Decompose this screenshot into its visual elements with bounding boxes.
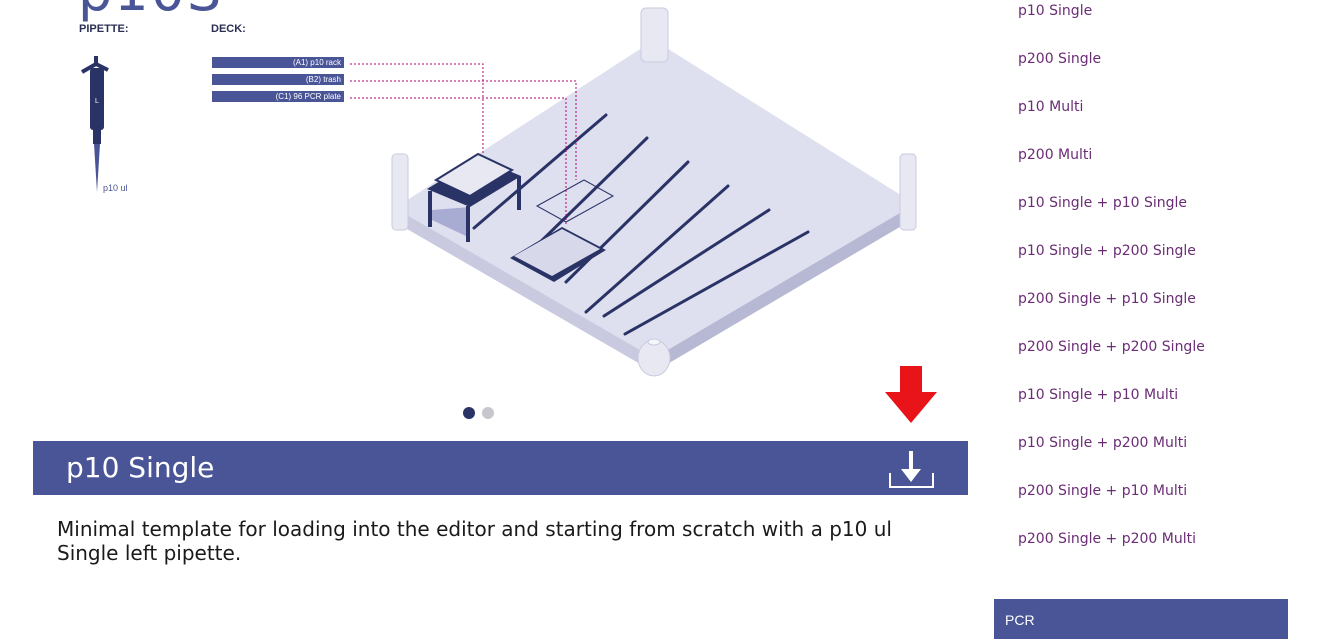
sidebar-item-p200-single-p200-multi[interactable]: p200 Single + p200 Multi [1018,531,1196,547]
pipette-size-label: p10 ul [103,183,128,193]
deck-illustration: L [81,7,917,377]
template-title: p10 Single [66,451,215,484]
template-description: Minimal template for loading into the ed… [57,517,892,565]
sidebar-item-p10-single-p200-single[interactable]: p10 Single + p200 Single [1018,243,1196,259]
slide-dot-2[interactable] [482,407,495,419]
template-detail-panel: p10S PIPETTE: DECK: L [0,0,990,639]
sidebar-item-p10-single[interactable]: p10 Single [1018,3,1092,19]
sidebar-section-pcr[interactable]: PCR [994,599,1288,639]
deck-labels: (A1) p10 rack (B2) trash (C1) 96 PCR pla… [212,57,344,108]
svg-text:L: L [95,98,99,105]
template-banner: p10 Single [33,441,968,495]
slideshow-dots [463,404,496,423]
deck-item-a1: (A1) p10 rack [212,57,344,68]
sidebar-item-p10-single-p200-multi[interactable]: p10 Single + p200 Multi [1018,435,1187,451]
sidebar-item-p200-single-p10-multi[interactable]: p200 Single + p10 Multi [1018,483,1187,499]
sidebar-item-p10-single-p10-single[interactable]: p10 Single + p10 Single [1018,195,1187,211]
deck-item-b2: (B2) trash [212,74,344,85]
sidebar-item-p200-single-p10-single[interactable]: p200 Single + p10 Single [1018,291,1196,307]
slide-dot-1[interactable] [463,407,475,419]
sidebar-item-p200-multi[interactable]: p200 Multi [1018,147,1092,163]
deck-item-c1: (C1) 96 PCR plate [212,91,344,102]
pipette-icon: L [81,56,109,192]
red-arrow-annotation [885,366,937,423]
download-button[interactable] [888,449,936,491]
sidebar-item-p10-multi[interactable]: p10 Multi [1018,99,1083,115]
sidebar-section-label: PCR [1005,612,1035,628]
sidebar-item-p200-single[interactable]: p200 Single [1018,51,1101,67]
sidebar-item-p200-single-p200-single[interactable]: p200 Single + p200 Single [1018,339,1205,355]
download-icon [889,451,934,488]
template-list-sidebar: p10 Single p200 Single p10 Multi p200 Mu… [994,0,1288,639]
sidebar-item-p10-single-p10-multi[interactable]: p10 Single + p10 Multi [1018,387,1178,403]
